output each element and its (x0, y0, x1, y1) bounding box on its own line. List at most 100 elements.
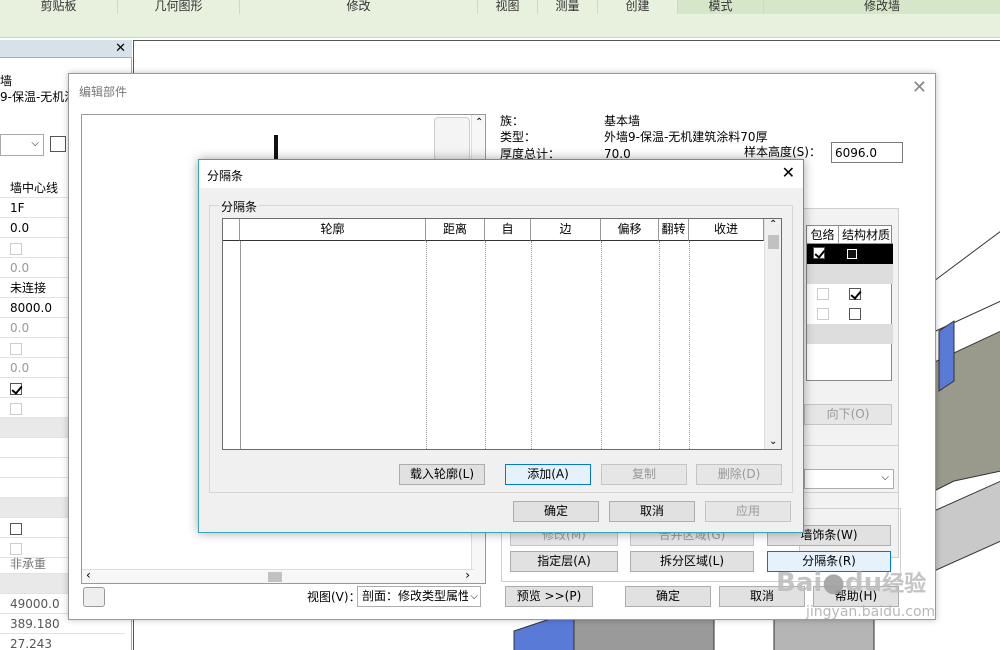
delete-button[interactable]: 删除(D) (696, 464, 782, 485)
ribbon: 剪贴板 几何图形 修改 视图 测量 创建 模式 修改墙 (0, 0, 1000, 38)
reveals-titlebar: 分隔条 ✕ (199, 160, 803, 188)
cancel-button[interactable]: 取消 (609, 501, 695, 522)
close-icon[interactable]: ✕ (912, 77, 927, 98)
layer-row[interactable] (807, 304, 893, 324)
duplicate-button[interactable]: 复制 (601, 464, 687, 485)
reveals-table[interactable]: 轮廓 距离 自 边 偏移 翻转 收进 ⌃ ⌄ (222, 218, 782, 450)
preview-horizontal-scrollbar[interactable]: ‹ › (82, 568, 474, 583)
view-select[interactable]: 剖面：修改类型属性 ⌵ (357, 586, 481, 607)
baidu-watermark-url: jingyan.baidu.com (806, 604, 936, 620)
table-vertical-scrollbar[interactable]: ⌃ ⌄ (764, 219, 781, 449)
column-divider (240, 241, 241, 449)
close-icon[interactable]: ✕ (782, 163, 795, 182)
row-header-column (223, 219, 240, 241)
paw-icon: ● (822, 568, 845, 598)
scroll-left-icon[interactable]: ‹ (86, 568, 91, 582)
col-structural-material: 结构材质 (839, 226, 893, 244)
ok-button[interactable]: 确定 (513, 501, 599, 522)
layer-row[interactable] (807, 324, 893, 344)
dialog-title: 分隔条 (207, 169, 244, 183)
ribbon-group-create[interactable]: 创建 (598, 0, 678, 14)
preview-button[interactable]: 预览 >>(P) (505, 586, 593, 607)
col-from[interactable]: 自 (485, 219, 531, 241)
reveals-dialog: 分隔条 ✕ 分隔条 轮廓 距离 自 边 偏移 翻转 收进 ⌃ ⌄ 载入轮廓(L)… (198, 159, 804, 533)
family-label: 族： (500, 114, 525, 128)
ribbon-group-clipboard[interactable]: 剪贴板 (0, 0, 118, 14)
prop-volume[interactable]: 27.243 (0, 634, 125, 650)
checkbox[interactable] (10, 542, 22, 555)
checkbox[interactable] (817, 308, 829, 320)
col-wrap: 包络 (807, 226, 839, 244)
watermark-brand-rest: du (844, 568, 883, 598)
checkbox[interactable] (10, 402, 22, 415)
checkbox[interactable] (847, 249, 857, 259)
watermark-brand: Bai (776, 568, 823, 598)
column-divider (531, 241, 532, 449)
view-label: 视图(V)： (307, 590, 361, 604)
layer-row-selected[interactable] (807, 244, 893, 264)
move-down-button[interactable]: 向下(O) (804, 404, 892, 425)
ok-button[interactable]: 确定 (625, 586, 711, 607)
properties-titlebar: ✕ (0, 40, 132, 58)
checkbox[interactable] (10, 342, 22, 355)
options-dropdown[interactable]: ⌵ (804, 469, 894, 489)
watermark-suffix: 经验 (882, 572, 927, 597)
ribbon-group-measure[interactable]: 测量 (538, 0, 598, 14)
load-profile-button[interactable]: 载入轮廓(L) (399, 464, 485, 485)
view-select-value: 剖面：修改类型属性 (362, 589, 471, 603)
sample-height-label: 样本高度(S)： (744, 145, 821, 159)
checkbox[interactable] (10, 522, 22, 535)
type-value: 外墙9-保温-无机建筑涂料70厚 (604, 130, 768, 144)
ribbon-group-view[interactable]: 视图 (478, 0, 538, 14)
ribbon-group-modify[interactable]: 修改 (240, 0, 478, 14)
dialog-title: 编辑部件 (79, 85, 128, 99)
close-icon[interactable]: ✕ (115, 41, 126, 56)
col-flip[interactable]: 翻转 (659, 219, 689, 241)
sample-height-input[interactable]: 6096.0 (831, 142, 903, 163)
checkbox[interactable] (10, 382, 22, 395)
col-profile[interactable]: 轮廓 (240, 219, 426, 241)
column-divider (689, 241, 690, 449)
layers-group: 包络 结构材质 向下(O) (799, 208, 899, 558)
chevron-down-icon: ⌵ (881, 472, 889, 483)
apply-button[interactable]: 应用 (705, 501, 791, 522)
scroll-down-icon[interactable]: ⌄ (769, 436, 777, 447)
assign-layers-button[interactable]: 指定层(A) (510, 551, 618, 572)
add-button[interactable]: 添加(A) (505, 464, 591, 485)
family-value: 基本墙 (604, 114, 641, 128)
edit-type-icon[interactable] (50, 136, 66, 152)
instance-filter-dropdown[interactable]: ⌵ (0, 134, 44, 156)
ribbon-group-geometry[interactable]: 几何图形 (118, 0, 240, 14)
scroll-right-icon[interactable]: › (465, 568, 470, 582)
column-divider (659, 241, 660, 449)
col-setback[interactable]: 收进 (689, 219, 764, 241)
scroll-up-icon[interactable]: ⌃ (475, 117, 483, 128)
ribbon-group-mode[interactable]: 模式 (678, 0, 764, 14)
layers-table[interactable]: 包络 结构材质 (806, 225, 893, 381)
col-offset[interactable]: 偏移 (601, 219, 659, 241)
column-divider (485, 241, 486, 449)
type-selector-line2: 9-保温-无机涂 (0, 90, 77, 104)
layer-row[interactable] (807, 284, 893, 304)
baidu-watermark-logo: Bai●du经验 (776, 566, 926, 598)
column-divider (426, 241, 427, 449)
checkbox[interactable] (849, 308, 861, 320)
view-2d-icon[interactable] (83, 587, 105, 607)
type-label: 类型： (500, 130, 537, 144)
ribbon-group-modify-wall[interactable]: 修改墙 (764, 0, 1000, 14)
checkbox[interactable] (813, 247, 825, 259)
checkbox[interactable] (10, 242, 22, 255)
scroll-thumb[interactable] (268, 572, 282, 582)
col-side[interactable]: 边 (531, 219, 601, 241)
split-region-button[interactable]: 拆分区域(L) (630, 551, 754, 572)
column-divider (601, 241, 602, 449)
reveals-group-label: 分隔条 (219, 198, 260, 215)
layer-row[interactable] (807, 264, 893, 284)
scroll-up-icon[interactable]: ⌃ (769, 219, 777, 230)
scroll-thumb[interactable] (768, 235, 779, 249)
checkbox[interactable] (849, 288, 861, 300)
checkbox[interactable] (817, 288, 829, 300)
view-cube-icon[interactable] (434, 117, 470, 161)
col-distance[interactable]: 距离 (426, 219, 485, 241)
chevron-down-icon: ⌵ (468, 587, 478, 606)
